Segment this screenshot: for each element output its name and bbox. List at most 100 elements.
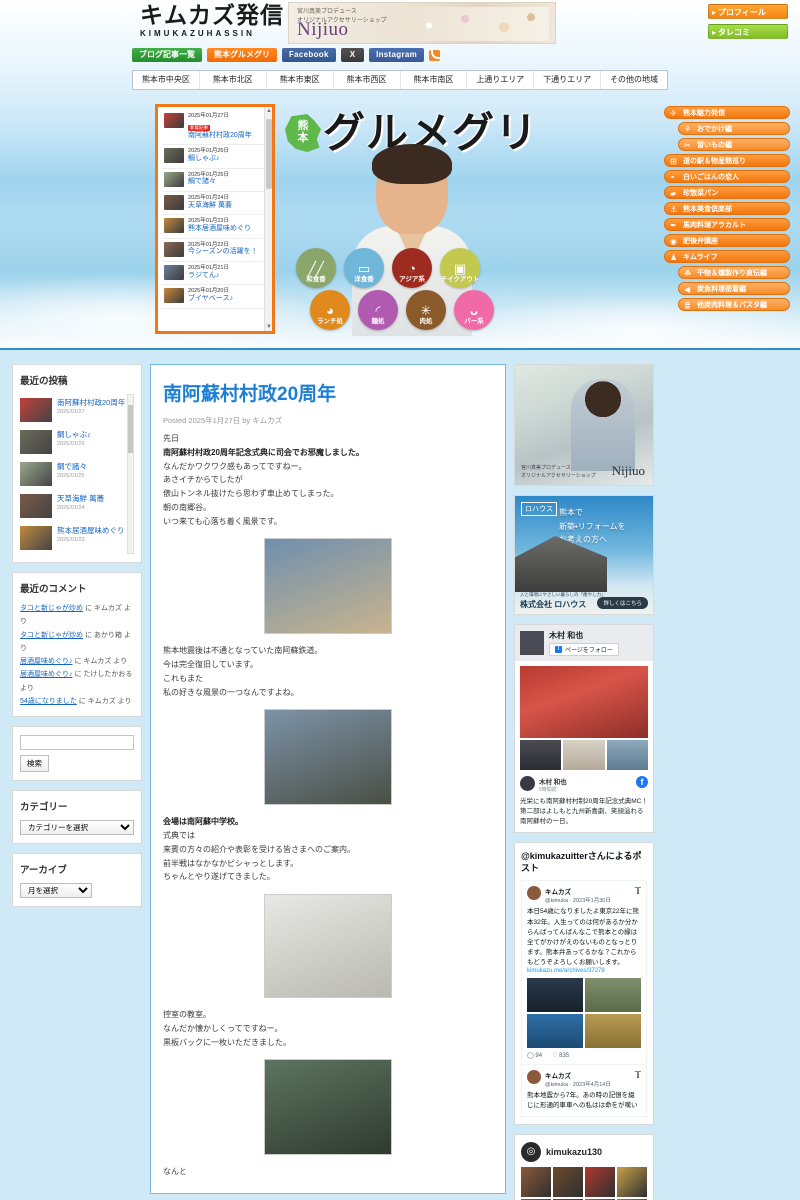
area-tab-higashi[interactable]: 熊本市東区	[267, 71, 334, 89]
recent-post-item[interactable]: 鯛しゃぶ♪ 2025/01/26	[20, 426, 126, 458]
archive-select[interactable]: 月を選択	[20, 883, 92, 899]
area-tab-shimotori[interactable]: 下通りエリア	[534, 71, 602, 89]
ticker-title[interactable]: 天草海鮮 萬蕎	[188, 202, 266, 211]
tweet-link[interactable]: kimukazu.me/archives/37278	[527, 968, 641, 974]
recent-posts-scrollbar[interactable]	[127, 394, 134, 554]
ticker-item[interactable]: 2025年01月26日 鯛しゃぶ♪	[162, 145, 268, 169]
gourmet-button[interactable]: 熊本グルメグリ	[207, 48, 277, 62]
ticker-item[interactable]: 2025年01月24日 天草海鮮 萬蕎	[162, 192, 268, 216]
menu-item-speech[interactable]: ◉ 肥後弁講座	[664, 234, 790, 247]
category-circle-glass-icon[interactable]: ▭ 洋食香	[344, 248, 384, 288]
ticker-title[interactable]: ブイヤベース♪	[188, 295, 266, 304]
tweet-card-1[interactable]: キムカズ @kimuka · 2023年1月30日 𝕋 本日54歳になりましたよ…	[521, 880, 647, 1065]
instagram-username[interactable]: kimukazu130	[546, 1147, 602, 1157]
facebook-follow-button[interactable]: f ページをフォロー	[549, 643, 619, 656]
menu-item-horse[interactable]: ✒ 馬肉料理アラカルト	[664, 218, 790, 231]
comment-post-link[interactable]: タコと新じゃが炒め	[20, 632, 83, 639]
recent-post-item[interactable]: 鯛で諸々 2025/01/25	[20, 458, 126, 490]
facebook-thumbnails[interactable]	[520, 740, 648, 770]
recent-post-item[interactable]: 天草海鮮 萬蕎 2025/01/24	[20, 490, 126, 522]
ticker-title[interactable]: 南阿蘇村村政20周年	[188, 132, 266, 141]
nijiuo-header-banner[interactable]: 宮川真美プロデュース オリジナルアクセサリーショップ Nijiuo	[288, 2, 556, 44]
news-ticker[interactable]: 2025年01月27日 新着記事 南阿蘇村村政20周年 2025年01月26日 鯛しゃぶ…	[155, 104, 275, 334]
comment-post-link[interactable]: 54歳になりました	[20, 698, 77, 705]
facebook-post-photo[interactable]	[520, 666, 648, 738]
x-button[interactable]: X	[340, 48, 365, 62]
comment-post-link[interactable]: 居酒屋味めぐり♪	[20, 658, 73, 665]
site-logo[interactable]: キムカズ発信 KIMUKAZUHASSIN	[140, 4, 284, 38]
menu-item-grill[interactable]: ◀ 炭魚料理密着編	[678, 282, 790, 295]
tweet-media-grid[interactable]	[527, 977, 641, 1048]
ticker-title[interactable]: 鯛しゃぶ♪	[188, 155, 266, 164]
comment-post-link[interactable]: タコと新じゃが炒め	[20, 605, 83, 612]
search-button[interactable]: 検索	[20, 755, 49, 773]
comment-item: 居酒屋味めぐり♪ に たけしたかおる より	[20, 668, 134, 695]
ticker-scrollbar[interactable]: ▲ ▼	[264, 107, 272, 331]
area-tab-kita[interactable]: 熊本市北区	[200, 71, 267, 89]
category-circle-noodles-icon[interactable]: ◜ 麺処	[358, 290, 398, 330]
menu-item-life[interactable]: ♟ キムライフ	[664, 250, 790, 263]
category-circle-chopsticks-icon[interactable]: ╱╱ 和食香	[296, 248, 336, 288]
profile-button[interactable]: プロフィール	[708, 4, 788, 20]
menu-item-gourmet-club[interactable]: ⚓ 熊本美食倶楽部	[664, 202, 790, 215]
menu-item-station[interactable]: ⊞ 道の駅＆物産館巡り	[664, 154, 790, 167]
recent-post-item[interactable]: 南阿蘇村村政20周年 2025/01/27	[20, 394, 126, 426]
instagram-button[interactable]: Instagram	[369, 48, 425, 62]
search-input[interactable]	[20, 735, 134, 751]
archive-title: アーカイブ	[20, 865, 67, 877]
instagram-photo[interactable]	[585, 1166, 615, 1197]
menu-item-bread[interactable]: ▰ 珍惣菜パン	[664, 186, 790, 199]
photo-railway-crossing[interactable]	[264, 709, 392, 806]
blog-list-button[interactable]: ブログ記事一覧	[132, 48, 202, 62]
area-tab-other[interactable]: その他の地域	[601, 71, 667, 89]
tweet-card-2[interactable]: キムカズ @kimuka · 2023年4月14日 𝕋 熊本地震から7年。あの時…	[521, 1064, 647, 1117]
recent-post-title[interactable]: 天草海鮮 萬蕎	[57, 494, 104, 503]
category-circle-wine-glass-icon[interactable]: ᴗ バー系	[454, 290, 494, 330]
category-circle-rice-bowl-icon[interactable]: ◕ ランチ処	[310, 290, 350, 330]
menu-item-fish-dry[interactable]: ☘ 干物＆燻製作り直伝編	[678, 266, 790, 279]
menu-item-scissors[interactable]: ✂ 習いもの編	[678, 138, 790, 151]
menu-item-pasta[interactable]: ≣ 他炭肉料理＆パスタ編	[678, 298, 790, 311]
ticker-item[interactable]: 2025年01月21日 ラジてん♪	[162, 262, 268, 286]
instagram-photo[interactable]	[617, 1166, 647, 1197]
ticker-item[interactable]: 2025年01月22日 今シーズンの活躍を！	[162, 239, 268, 263]
category-select[interactable]: カテゴリーを選択	[20, 820, 134, 836]
category-circle-takeout-icon[interactable]: ▣ テイクアウト	[440, 248, 480, 288]
recent-post-title[interactable]: 鯛しゃぶ♪	[57, 430, 91, 439]
house-ad-banner[interactable]: ロハウス 熊本で 新築・リフォームを お考えの方へ 人と環境にやさしい暮らしの「…	[514, 495, 654, 615]
recent-post-title[interactable]: 南阿蘇村村政20周年	[57, 398, 125, 407]
category-circle-bowl-icon[interactable]: ◔ アジア系	[392, 248, 432, 288]
ticker-title[interactable]: 鯛で諸々	[188, 178, 266, 187]
menu-item-rice[interactable]: ◓ 白いごはんの恋人	[664, 170, 790, 183]
comment-post-link[interactable]: 居酒屋味めぐり♪	[20, 671, 73, 678]
ticker-item[interactable]: 2025年01月20日 ブイヤベース♪	[162, 285, 268, 309]
area-tab-nishi[interactable]: 熊本市西区	[334, 71, 401, 89]
category-circle-meat-icon[interactable]: ✳ 肉処	[406, 290, 446, 330]
instagram-photo[interactable]	[553, 1166, 583, 1197]
tip-off-button[interactable]: タレコミ	[708, 24, 788, 40]
recent-post-title[interactable]: 鯛で諸々	[57, 462, 87, 471]
facebook-button[interactable]: Facebook	[282, 48, 336, 62]
recent-posts-list[interactable]: 南阿蘇村村政20周年 2025/01/27 鯛しゃぶ♪ 2025/01/26 鯛で諸々 2…	[20, 394, 134, 554]
menu-item-megaphone[interactable]: ✈ 熊本魅力発信	[664, 106, 790, 119]
ticker-title[interactable]: 今シーズンの活躍を！	[188, 248, 266, 257]
recent-post-title[interactable]: 熊本居酒屋味めぐり	[57, 526, 125, 535]
ticker-title[interactable]: 熊本居酒屋味めぐり	[188, 225, 266, 234]
house-ad-more-button[interactable]: 詳しくはこちら	[597, 597, 648, 609]
area-tab-chuo[interactable]: 熊本市中央区	[133, 71, 200, 89]
recent-post-item[interactable]: 熊本居酒屋味めぐり 2025/01/23	[20, 522, 126, 554]
instagram-photo[interactable]	[521, 1166, 551, 1197]
area-tab-kamitori[interactable]: 上通りエリア	[467, 71, 535, 89]
menu-item-walk[interactable]: ⚘ おでかけ編	[678, 122, 790, 135]
photo-minamiaso-valley[interactable]	[264, 538, 392, 635]
area-tab-minami[interactable]: 熊本市南区	[401, 71, 468, 89]
ticker-title[interactable]: ラジてん♪	[188, 272, 266, 281]
photo-ceremony-sign[interactable]	[264, 894, 392, 998]
nijiuo-ad-banner[interactable]: 宮川真美プロデュース オリジナルアクセサリーショップ Nijiuo	[514, 364, 654, 486]
ticker-item[interactable]: 2025年01月27日 新着記事 南阿蘇村村政20周年	[162, 110, 268, 146]
ticker-item[interactable]: 2025年01月25日 鯛で諸々	[162, 169, 268, 193]
ticker-item[interactable]: 2025年01月23日 熊本居酒屋味めぐり	[162, 215, 268, 239]
rss-icon[interactable]	[429, 49, 441, 61]
photo-classroom-blackboard[interactable]	[264, 1059, 392, 1156]
instagram-photo-grid[interactable]	[521, 1166, 647, 1200]
